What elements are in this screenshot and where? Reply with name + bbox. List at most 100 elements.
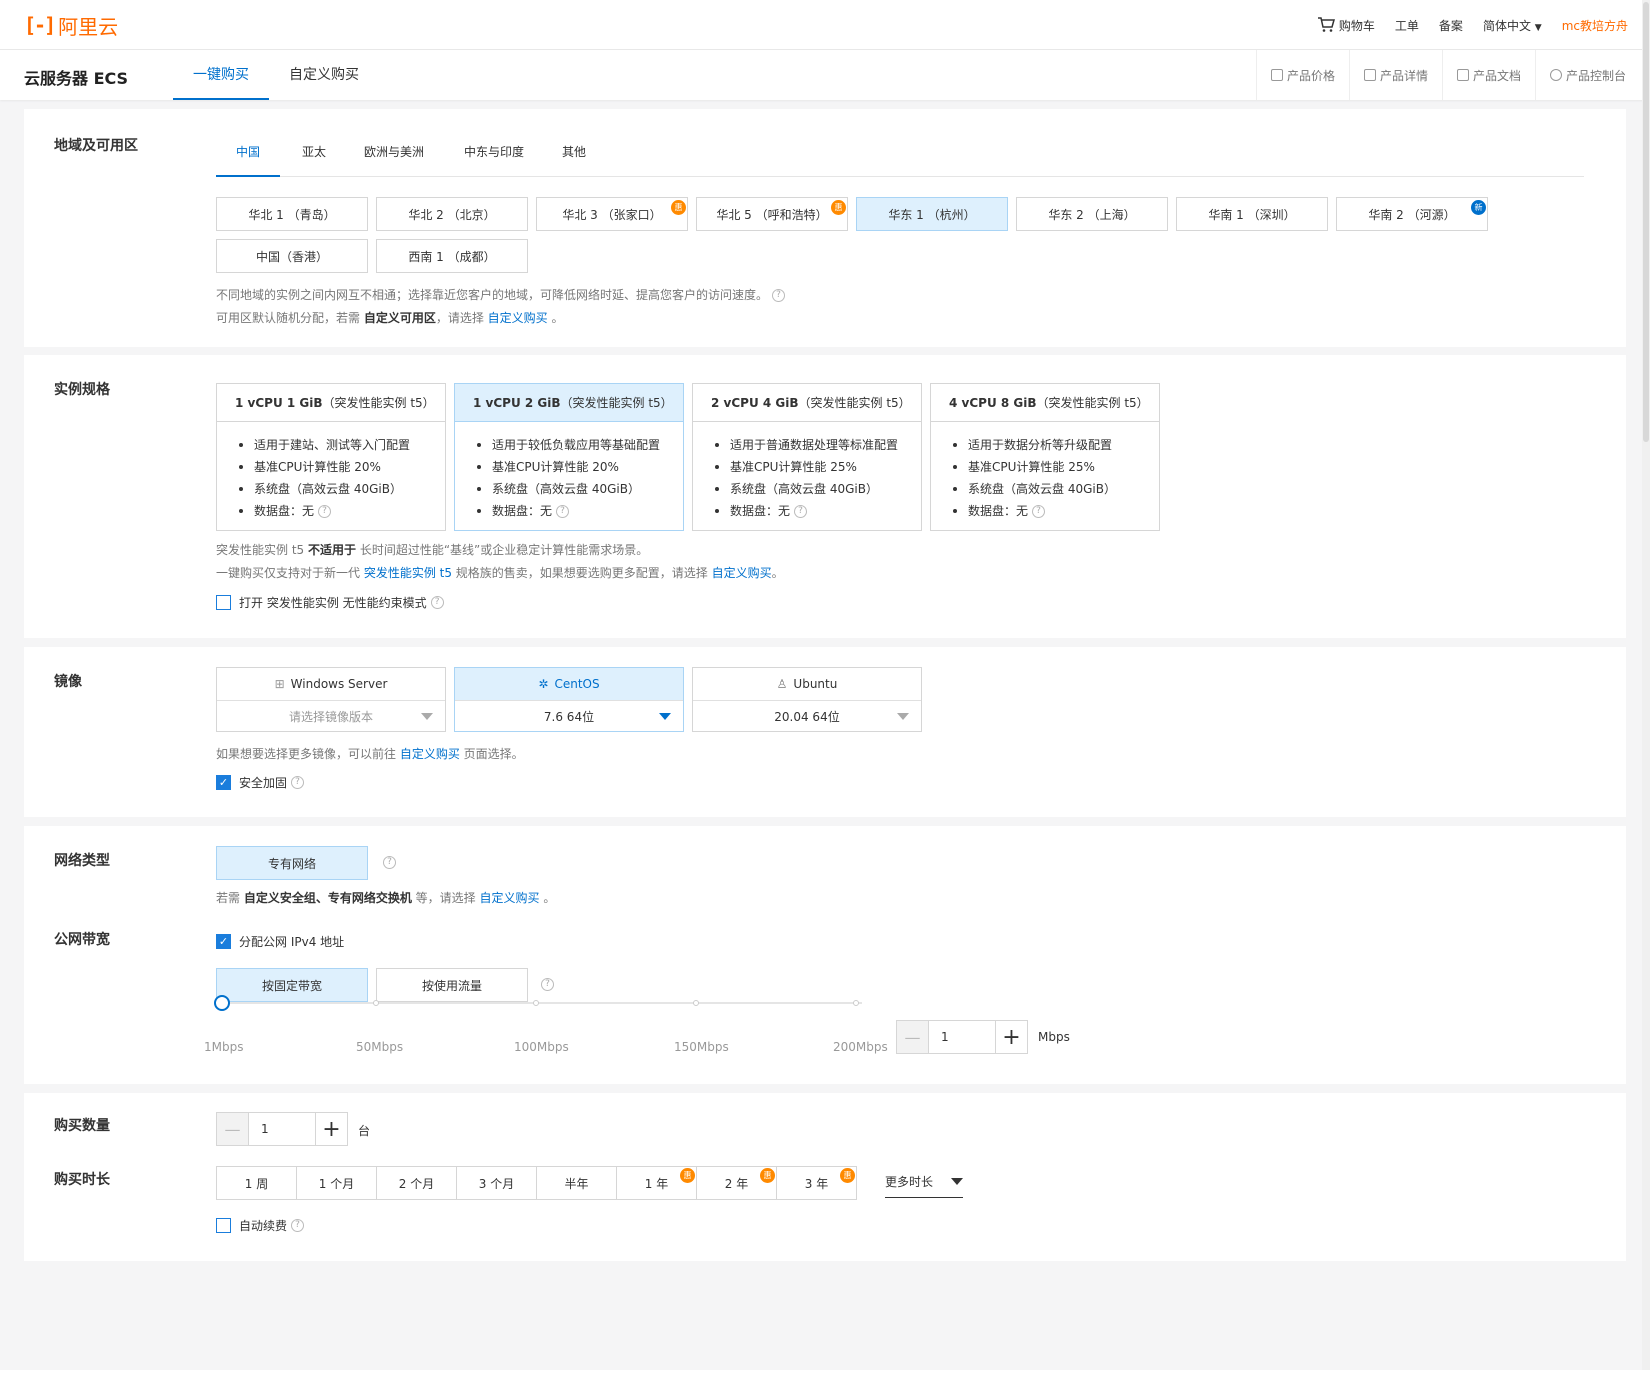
help-icon[interactable]: ?	[383, 856, 396, 869]
image-version-select[interactable]: 20.04 64位	[693, 701, 921, 731]
duration-option[interactable]: 半年	[536, 1166, 617, 1200]
more-duration-dropdown[interactable]: 更多时长	[885, 1166, 963, 1198]
scrollbar-thumb[interactable]	[1643, 2, 1649, 442]
tab-asia-pacific[interactable]: 亚太	[294, 137, 334, 177]
pay-by-traffic-option[interactable]: 按使用流量	[376, 968, 528, 1002]
region-option[interactable]: 华东 2 （上海）	[1016, 197, 1168, 231]
custom-buy-link[interactable]: 自定义购买	[488, 311, 548, 325]
fixed-bandwidth-option-selected[interactable]: 按固定带宽	[216, 968, 368, 1002]
tab-other[interactable]: 其他	[554, 137, 594, 177]
tab-quick-buy[interactable]: 一键购买	[173, 50, 269, 100]
note-text: 长时间超过性能“基线”或企业稳定计算性能需求场景。	[356, 543, 649, 557]
quantity-stepper[interactable]: — 1 +	[216, 1112, 348, 1146]
plus-icon[interactable]: +	[315, 1113, 347, 1145]
image-card-windows[interactable]: ⊞ Windows Server 请选择镜像版本	[216, 667, 446, 732]
help-icon[interactable]: ?	[794, 505, 808, 518]
bandwidth-stepper[interactable]: — 1 +	[896, 1020, 1028, 1054]
duration-option[interactable]: 3 年惠	[776, 1166, 857, 1200]
image-panel: 镜像 ⊞ Windows Server 请选择镜像版本 ✲ CentOS 7.6 6…	[24, 647, 1626, 817]
region-option-selected[interactable]: 华东 1 （杭州）	[856, 197, 1008, 231]
spec-card[interactable]: 2 vCPU 4 GiB（突发性能实例 t5） 适用于普通数据处理等标准配置 基…	[692, 383, 922, 531]
assign-ipv4-checkbox[interactable]: ✓ 分配公网 IPv4 地址	[216, 933, 344, 950]
product-docs-link[interactable]: 产品文档	[1441, 50, 1535, 100]
help-icon[interactable]: ?	[772, 289, 786, 302]
bandwidth-input[interactable]: 1	[929, 1021, 995, 1053]
duration-option[interactable]: 2 个月	[376, 1166, 457, 1200]
custom-buy-link[interactable]: 自定义购买	[400, 747, 460, 761]
language-label: 简体中文	[1482, 18, 1531, 33]
cart-link[interactable]: 购物车	[1317, 17, 1375, 34]
help-icon[interactable]: ?	[291, 1219, 305, 1232]
image-card-ubuntu[interactable]: ♙ Ubuntu 20.04 64位	[692, 667, 922, 732]
region-option[interactable]: 中国（香港）	[216, 239, 368, 273]
tab-custom-buy[interactable]: 自定义购买	[289, 50, 385, 100]
help-icon[interactable]: ?	[318, 505, 332, 518]
region-option[interactable]: 华南 2 （河源） 新	[1336, 197, 1488, 231]
product-detail-link[interactable]: 产品详情	[1348, 50, 1442, 100]
language-dropdown[interactable]: 简体中文 ▼	[1483, 17, 1542, 34]
chevron-down-icon	[421, 713, 433, 720]
slider-tick-label: 200Mbps	[833, 1040, 888, 1054]
checkbox-box	[216, 1218, 231, 1233]
image-card-centos[interactable]: ✲ CentOS 7.6 64位	[454, 667, 684, 732]
minus-icon[interactable]: —	[897, 1021, 929, 1053]
slider-tick-mark	[693, 1000, 699, 1006]
help-icon[interactable]: ?	[1032, 505, 1046, 518]
page-scrollbar[interactable]	[1642, 0, 1650, 1370]
unlimited-mode-checkbox[interactable]: 打开 突发性能实例 无性能约束模式?	[216, 594, 444, 611]
duration-option[interactable]: 1 个月	[296, 1166, 377, 1200]
auto-renew-checkbox[interactable]: 自动续费?	[216, 1217, 305, 1234]
product-price-link[interactable]: 产品价格	[1255, 50, 1349, 100]
custom-buy-link[interactable]: 自定义购买	[479, 891, 539, 905]
spec-card-selected[interactable]: 1 vCPU 2 GiB（突发性能实例 t5） 适用于较低负载应用等基础配置 基…	[454, 383, 684, 531]
duration-option[interactable]: 3 个月	[456, 1166, 537, 1200]
duration-option[interactable]: 1 年惠	[616, 1166, 697, 1200]
help-icon[interactable]: ?	[430, 596, 444, 609]
quantity-input[interactable]: 1	[249, 1113, 315, 1145]
note-text: 若需	[216, 891, 244, 905]
image-version-select[interactable]: 7.6 64位	[455, 701, 683, 731]
help-icon[interactable]: ?	[541, 978, 554, 991]
user-account-link[interactable]: mc教培方舟	[1562, 17, 1628, 34]
custom-buy-link[interactable]: 自定义购买	[712, 566, 772, 580]
security-hardening-checkbox[interactable]: ✓ 安全加固?	[216, 774, 305, 791]
help-icon[interactable]: ?	[291, 776, 305, 789]
bandwidth-slider-handle[interactable]	[214, 995, 230, 1011]
spec-title: 1 vCPU 1 GiB	[235, 396, 323, 410]
tab-china[interactable]: 中国	[216, 137, 280, 177]
tab-middle-east-india[interactable]: 中东与印度	[454, 137, 534, 177]
image-version-select[interactable]: 请选择镜像版本	[217, 701, 445, 731]
aliyun-logo[interactable]: [-] 阿里云	[24, 12, 118, 39]
spec-feature: 数据盘：无?	[953, 500, 1159, 522]
bandwidth-slider-track[interactable]	[222, 1002, 862, 1004]
version-value: 7.6 64位	[543, 709, 595, 724]
region-option[interactable]: 华南 1 （深圳）	[1176, 197, 1328, 231]
logo-mark: [-]	[24, 13, 56, 37]
region-option[interactable]: 西南 1 （成都）	[376, 239, 528, 273]
spec-card[interactable]: 4 vCPU 8 GiB（突发性能实例 t5） 适用于数据分析等升级配置 基准C…	[930, 383, 1160, 531]
discount-badge: 惠	[671, 200, 686, 215]
new-badge: 新	[1471, 200, 1486, 215]
region-option[interactable]: 华北 3 （张家口） 惠	[536, 197, 688, 231]
minus-icon[interactable]: —	[217, 1113, 249, 1145]
spec-card[interactable]: 1 vCPU 1 GiB（突发性能实例 t5） 适用于建站、测试等入门配置 基准…	[216, 383, 446, 531]
vpc-option-selected[interactable]: 专有网络	[216, 846, 368, 880]
duration-option[interactable]: 2 年惠	[696, 1166, 777, 1200]
duration-option[interactable]: 1 周	[216, 1166, 297, 1200]
region-option[interactable]: 华北 5 （呼和浩特） 惠	[696, 197, 848, 231]
tab-europe-america[interactable]: 欧洲与美洲	[354, 137, 434, 177]
note-text: 页面选择。	[459, 747, 524, 761]
checkbox-box	[216, 595, 231, 610]
product-header: 云服务器 ECS 一键购买 自定义购买 产品价格 产品详情 产品文档 产品控制台	[0, 50, 1650, 100]
plus-icon[interactable]: +	[995, 1021, 1027, 1053]
region-option[interactable]: 华北 1 （青岛）	[216, 197, 368, 231]
burstable-t5-link[interactable]: 突发性能实例 t5	[364, 566, 452, 580]
product-console-link[interactable]: 产品控制台	[1534, 50, 1650, 100]
ticket-link[interactable]: 工单	[1395, 17, 1419, 34]
help-icon[interactable]: ?	[556, 505, 570, 518]
bandwidth-unit: Mbps	[1038, 1030, 1070, 1044]
region-option[interactable]: 华北 2 （北京）	[376, 197, 528, 231]
spec-feature: 数据盘：无?	[715, 500, 921, 522]
icp-link[interactable]: 备案	[1439, 17, 1463, 34]
note-text: 规格族的售卖，如果想要选购更多配置，请选择	[451, 566, 712, 580]
